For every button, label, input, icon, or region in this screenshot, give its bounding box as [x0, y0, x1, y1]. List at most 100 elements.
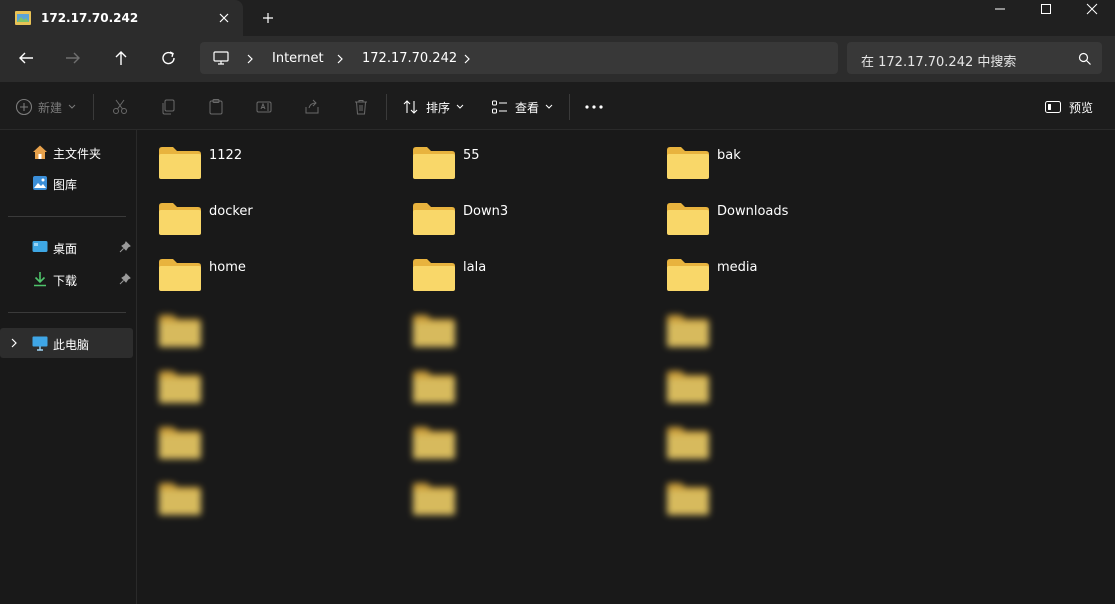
folder-icon: [413, 371, 455, 403]
monitor-icon: [213, 51, 229, 65]
folder-item[interactable]: 55: [392, 133, 632, 183]
folder-item[interactable]: [392, 469, 632, 519]
pin-icon[interactable]: [119, 273, 131, 285]
folder-icon: [667, 371, 709, 403]
title-bar: 172.17.70.242: [0, 0, 1115, 36]
sort-button[interactable]: 排序: [426, 99, 450, 116]
folder-icon: [667, 259, 709, 291]
folder-name: bak: [717, 148, 741, 163]
folder-item[interactable]: [392, 301, 632, 351]
file-list: 1122 55 bak docker Down3 Downloads home lala med…: [138, 130, 1115, 604]
folder-icon: [667, 483, 709, 515]
sidebar-item-this-pc[interactable]: 此电脑: [0, 328, 133, 358]
folder-item[interactable]: lala: [392, 245, 632, 295]
forward-arrow-icon[interactable]: [64, 50, 82, 66]
view-button[interactable]: 查看: [515, 99, 539, 116]
new-tab-icon[interactable]: [260, 10, 276, 26]
tab-active[interactable]: 172.17.70.242: [0, 0, 243, 36]
sidebar-item-downloads[interactable]: 下载: [0, 264, 133, 294]
folder-icon: [667, 147, 709, 179]
download-icon: [34, 272, 46, 287]
chevron-down-icon[interactable]: [545, 104, 553, 110]
folder-icon: [413, 147, 455, 179]
breadcrumb-internet[interactable]: Internet: [272, 51, 324, 66]
folder-icon: [413, 315, 455, 347]
search-icon[interactable]: [1078, 52, 1092, 66]
folder-icon: [667, 427, 709, 459]
close-window-icon[interactable]: [1078, 2, 1106, 16]
folder-item[interactable]: home: [138, 245, 378, 295]
chevron-down-icon[interactable]: [68, 104, 76, 110]
folder-icon: [159, 259, 201, 291]
sort-icon[interactable]: [402, 98, 420, 116]
folder-item[interactable]: Downloads: [646, 189, 886, 239]
folder-icon: [159, 483, 201, 515]
sidebar-item-label: 主文件夹: [53, 147, 102, 161]
sidebar-item-label: 下载: [53, 274, 78, 288]
folder-item[interactable]: [138, 357, 378, 407]
refresh-icon[interactable]: [160, 50, 178, 66]
new-button[interactable]: 新建: [38, 99, 62, 116]
home-icon: [33, 145, 47, 159]
folder-item[interactable]: docker: [138, 189, 378, 239]
pin-icon[interactable]: [119, 241, 131, 253]
search-box[interactable]: 在 172.17.70.242 中搜索: [847, 42, 1102, 74]
new-plus-icon[interactable]: [15, 98, 33, 116]
rename-icon[interactable]: [255, 98, 273, 116]
tab-title: 172.17.70.242: [41, 11, 139, 25]
chevron-right-icon[interactable]: [9, 337, 19, 349]
search-input[interactable]: 在 172.17.70.242 中搜索: [861, 51, 1016, 70]
folder-item[interactable]: media: [646, 245, 886, 295]
preview-button[interactable]: 预览: [1069, 99, 1093, 116]
sidebar-item-label: 桌面: [53, 242, 78, 256]
cut-icon[interactable]: [111, 98, 129, 116]
share-icon[interactable]: [303, 98, 321, 116]
folder-item[interactable]: [646, 301, 886, 351]
close-tab-icon[interactable]: [216, 10, 232, 26]
folder-item[interactable]: [138, 413, 378, 463]
folder-icon: [413, 203, 455, 235]
sidebar-separator: [8, 216, 126, 217]
maximize-icon[interactable]: [1032, 2, 1060, 16]
folder-item[interactable]: [646, 469, 886, 519]
folder-icon: [413, 427, 455, 459]
navigation-bar: Internet 172.17.70.242 在 172.17.70.242 中…: [0, 36, 1115, 82]
folder-icon: [159, 371, 201, 403]
folder-name: lala: [463, 260, 487, 275]
sidebar-item-gallery[interactable]: 图库: [0, 168, 133, 198]
folder-item[interactable]: [392, 357, 632, 407]
sidebar-item-desktop[interactable]: 桌面: [0, 232, 133, 262]
more-options-icon[interactable]: [584, 104, 604, 110]
folder-icon: [159, 203, 201, 235]
command-bar: 新建 排序 查看 预览: [0, 82, 1115, 130]
toolbar-separator: [569, 94, 570, 120]
chevron-right-icon[interactable]: [462, 53, 472, 65]
folder-item[interactable]: Down3: [392, 189, 632, 239]
address-bar[interactable]: Internet 172.17.70.242: [200, 42, 838, 74]
paste-icon[interactable]: [207, 98, 225, 116]
folder-item[interactable]: [138, 469, 378, 519]
chevron-right-icon[interactable]: [245, 53, 255, 65]
chevron-down-icon[interactable]: [456, 104, 464, 110]
folder-item[interactable]: [392, 413, 632, 463]
minimize-icon[interactable]: [986, 2, 1014, 16]
navigation-pane: 主文件夹 图库 桌面 下载 此电脑: [0, 130, 137, 604]
sidebar-item-home[interactable]: 主文件夹: [0, 137, 133, 167]
preview-pane-icon[interactable]: [1044, 98, 1062, 116]
folder-item[interactable]: [646, 413, 886, 463]
folder-item[interactable]: [646, 357, 886, 407]
copy-icon[interactable]: [159, 98, 177, 116]
folder-name: Downloads: [717, 204, 789, 219]
gallery-icon: [33, 176, 47, 190]
up-arrow-icon[interactable]: [112, 50, 130, 66]
breadcrumb-host[interactable]: 172.17.70.242: [362, 51, 457, 66]
sidebar-separator: [8, 312, 126, 313]
folder-item[interactable]: bak: [646, 133, 886, 183]
folder-item[interactable]: 1122: [138, 133, 378, 183]
chevron-right-icon[interactable]: [335, 53, 345, 65]
folder-item[interactable]: [138, 301, 378, 351]
delete-icon[interactable]: [352, 98, 370, 116]
back-arrow-icon[interactable]: [17, 50, 35, 66]
folder-icon: [159, 315, 201, 347]
view-icon[interactable]: [491, 98, 509, 116]
